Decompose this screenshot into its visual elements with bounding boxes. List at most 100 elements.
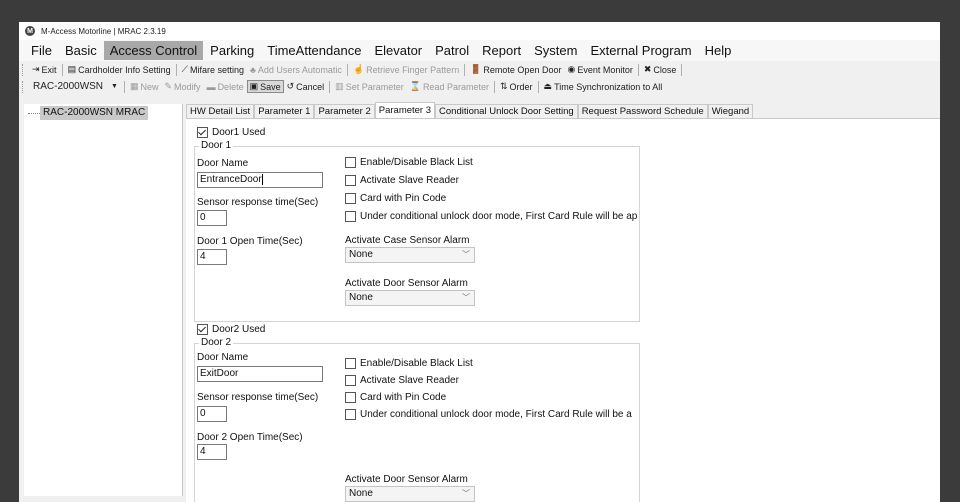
retrieve-finger-pattern-button[interactable]: ☝ Retrieve Finger Pattern: [350, 64, 462, 75]
chevron-down-icon: ﹀: [462, 250, 470, 259]
checkbox-box: [197, 324, 208, 335]
menu-basic[interactable]: Basic: [59, 41, 103, 60]
door2-sensor-label: Sensor response time(Sec): [197, 392, 319, 403]
checkbox-box: [345, 211, 356, 222]
remote-open-door-button[interactable]: 🚪 Remote Open Door: [467, 64, 564, 75]
toolbar-separator: [175, 63, 177, 76]
door1-blacklist-checkbox[interactable]: Enable/Disable Black List: [345, 157, 473, 168]
door1-slave-reader-checkbox[interactable]: Activate Slave Reader: [345, 175, 459, 186]
door1-sensor-label: Sensor response time(Sec): [197, 197, 319, 208]
toolbar-grip[interactable]: [22, 63, 26, 76]
menu-report[interactable]: Report: [476, 41, 527, 60]
tab-parameter-2[interactable]: Parameter 2: [314, 104, 375, 119]
toolbar-separator: [329, 80, 331, 93]
app-logo-icon: M: [25, 26, 35, 36]
controller-tree: RAC-2000WSN MRAC: [24, 104, 183, 496]
checkbox-box: [345, 193, 356, 204]
edit-icon: ✎: [164, 81, 173, 91]
menu-bar: File Basic Access Control Parking TimeAt…: [19, 40, 940, 61]
toolbar-main: ⇥ Exit ▤ Cardholder Info Setting ⟋ Mifare s…: [19, 61, 940, 78]
menu-parking[interactable]: Parking: [204, 41, 260, 60]
toolbar-separator: [464, 63, 466, 76]
door1-used-label: Door1 Used: [212, 127, 266, 138]
checkbox-box: [345, 358, 356, 369]
door2-blacklist-checkbox[interactable]: Enable/Disable Black List: [345, 358, 473, 369]
exit-button[interactable]: ⇥ Exit: [29, 64, 60, 75]
door2-used-checkbox[interactable]: Door2 Used: [197, 324, 265, 335]
menu-elevator[interactable]: Elevator: [368, 41, 428, 60]
tree-node-controller[interactable]: RAC-2000WSN MRAC: [40, 106, 149, 120]
tab-wiegand[interactable]: Wiegand: [707, 104, 754, 119]
add-users-automatic-button[interactable]: ♣ Add Users Automatic: [247, 65, 345, 75]
door1-name-label: Door Name: [197, 158, 249, 169]
close-icon: ✖: [643, 64, 652, 74]
door2-group: Door 2 Door Name ExitDoor Sensor respons…: [194, 337, 640, 502]
door1-group-label: Door 1: [199, 140, 234, 151]
undo-icon: ↺: [286, 81, 295, 91]
door1-sensor-input[interactable]: 0: [197, 210, 227, 226]
door1-case-alarm-label: Activate Case Sensor Alarm: [345, 235, 470, 246]
parameter-tabs: HW Detail List Parameter 1 Parameter 2 P…: [186, 102, 754, 119]
tab-parameter-1[interactable]: Parameter 1: [254, 104, 315, 119]
title-bar: M M-Access Motorline | MRAC 2.3.19: [19, 22, 940, 40]
toolbar-separator: [123, 80, 125, 93]
door1-open-time-input[interactable]: 4: [197, 249, 227, 265]
tab-request-password-schedule[interactable]: Request Password Schedule: [577, 104, 708, 119]
door2-name-label: Door Name: [197, 352, 249, 363]
toolbar-records: RAC-2000WSN ▼ ▦ New ✎ Modify ▬ Delete ▣ Save …: [19, 78, 940, 95]
modify-button[interactable]: ✎ Modify: [162, 81, 204, 92]
delete-button[interactable]: ▬ Delete: [204, 82, 247, 92]
door1-conditional-checkbox[interactable]: Under conditional unlock door mode, Firs…: [345, 211, 637, 222]
chevron-down-icon: ▼: [111, 83, 118, 90]
cardholder-info-button[interactable]: ▤ Cardholder Info Setting: [65, 64, 174, 75]
checkbox-box: [345, 392, 356, 403]
door1-door-alarm-label: Activate Door Sensor Alarm: [345, 278, 468, 289]
tab-hw-detail-list[interactable]: HW Detail List: [186, 104, 255, 119]
tab-conditional-unlock[interactable]: Conditional Unlock Door Setting: [435, 104, 578, 119]
toolbar-grip[interactable]: [22, 80, 26, 93]
read-parameter-button[interactable]: ⌛ Read Parameter: [407, 81, 492, 92]
door1-name-input[interactable]: EntranceDoor: [197, 172, 323, 188]
menu-help[interactable]: Help: [699, 41, 738, 60]
door2-card-pin-label: Card with Pin Code: [360, 392, 447, 403]
door2-name-input[interactable]: ExitDoor: [197, 366, 323, 382]
toolbar-separator: [346, 63, 348, 76]
controller-select[interactable]: RAC-2000WSN ▼: [29, 80, 122, 93]
menu-time-attendance[interactable]: TimeAttendance: [261, 41, 367, 60]
tab-parameter-3[interactable]: Parameter 3: [374, 102, 436, 119]
door2-door-alarm-select[interactable]: None ﹀: [345, 486, 475, 502]
menu-patrol[interactable]: Patrol: [429, 41, 475, 60]
sync-icon: ⏏: [543, 81, 553, 91]
save-button[interactable]: ▣ Save: [246, 80, 284, 93]
door-icon: 🚪: [470, 64, 482, 74]
door2-conditional-checkbox[interactable]: Under conditional unlock door mode, Firs…: [345, 409, 637, 420]
checkbox-box: [345, 375, 356, 386]
mifare-setting-button[interactable]: ⟋ Mifare setting: [179, 64, 247, 75]
door1-used-checkbox[interactable]: Door1 Used: [197, 127, 265, 138]
door2-card-pin-checkbox[interactable]: Card with Pin Code: [345, 392, 446, 403]
door1-case-alarm-select[interactable]: None ﹀: [345, 247, 475, 263]
door2-open-time-input[interactable]: 4: [197, 444, 227, 460]
door1-open-time-label: Door 1 Open Time(Sec): [197, 236, 303, 247]
time-sync-button[interactable]: ⏏ Time Synchronization to All: [541, 81, 666, 92]
users-icon: ♣: [249, 64, 256, 75]
menu-external-program[interactable]: External Program: [584, 41, 697, 60]
door1-card-pin-label: Card with Pin Code: [360, 193, 447, 204]
menu-system[interactable]: System: [528, 41, 583, 60]
new-button[interactable]: ▦ New: [127, 81, 162, 92]
toolbar-separator: [61, 63, 63, 76]
event-monitor-button[interactable]: ◉ Event Monitor: [564, 64, 635, 75]
fingerprint-icon: ☝: [352, 64, 365, 74]
door1-card-pin-checkbox[interactable]: Card with Pin Code: [345, 193, 446, 204]
set-parameter-button[interactable]: ▥ Set Parameter: [332, 81, 407, 92]
door1-door-alarm-select[interactable]: None ﹀: [345, 290, 475, 306]
door2-sensor-input[interactable]: 0: [197, 406, 227, 422]
door1-slave-reader-label: Activate Slave Reader: [360, 175, 459, 186]
door2-used-label: Door2 Used: [212, 324, 266, 335]
order-button[interactable]: ⇅ Order: [497, 81, 536, 92]
menu-file[interactable]: File: [25, 41, 58, 60]
cancel-button[interactable]: ↺ Cancel: [284, 81, 328, 92]
close-button[interactable]: ✖ Close: [641, 64, 680, 75]
door2-slave-reader-checkbox[interactable]: Activate Slave Reader: [345, 375, 459, 386]
menu-access-control[interactable]: Access Control: [103, 41, 204, 60]
